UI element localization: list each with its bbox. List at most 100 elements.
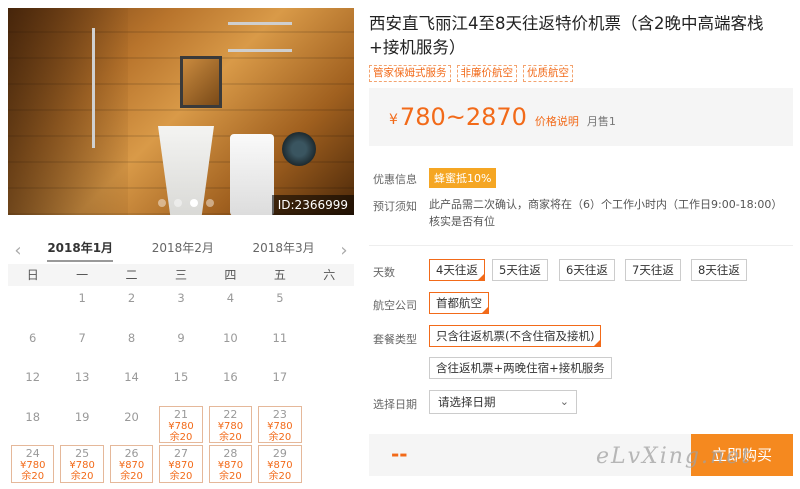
calendar-day-available[interactable]: 28 ¥870 余20 — [208, 445, 253, 483]
days-label: 天数 — [373, 266, 395, 279]
product-photo[interactable]: ID:2366999 — [8, 8, 354, 215]
calendar-day-available[interactable]: 22 ¥780 余20 — [208, 405, 253, 443]
option-6-days[interactable]: 6天往返 — [559, 259, 615, 281]
calendar-day: 2 — [127, 291, 136, 305]
date-select[interactable]: 请选择日期 ⌄ — [429, 390, 577, 414]
option-5-days[interactable]: 5天往返 — [492, 259, 548, 281]
calendar-day-stock: 余20 — [21, 471, 45, 482]
product-title: 西安直飞丽江4至8天往返特价机票（含2晚中高端客栈+接机服务） — [369, 14, 764, 57]
calendar-day: 7 — [78, 330, 86, 345]
photo-mirror — [180, 56, 222, 108]
calendar-day-price: ¥870 — [118, 460, 145, 471]
calendar-day: 8 — [127, 330, 136, 345]
calendar-day: 16 — [223, 370, 238, 384]
calendar-day: 3 — [177, 291, 185, 305]
month-tab-jan[interactable]: 2018年1月 — [47, 239, 114, 262]
calendar-day: 15 — [173, 370, 189, 384]
weekday-fri: 五 — [273, 268, 286, 282]
calendar-day: 14 — [124, 370, 139, 384]
photo-toilet — [230, 134, 274, 215]
photo-tissue-holder — [282, 132, 316, 166]
calendar-day-available[interactable]: 26 ¥870 余20 — [109, 445, 154, 483]
calendar-day-price: ¥780 — [19, 460, 46, 471]
calendar-day-price: ¥780 — [217, 420, 244, 432]
option-7-days[interactable]: 7天往返 — [625, 259, 681, 281]
calendar-day: 10 — [223, 330, 238, 345]
calendar-day — [305, 326, 354, 366]
weekday-mon: 一 — [76, 268, 89, 282]
calendar-day-stock: 余20 — [169, 431, 193, 443]
calendar-day-price: ¥870 — [267, 460, 293, 471]
calendar-day-number: 21 — [173, 407, 188, 421]
photo-id-label: ID:2366999 — [271, 195, 354, 215]
calendar-day-price: ¥780 — [69, 460, 95, 471]
calendar-day-price: ¥780 — [168, 420, 194, 432]
weekday-thu: 四 — [224, 268, 237, 282]
promo-badge: 蜂蜜抵10% — [429, 168, 497, 188]
calendar-day: 19 — [74, 409, 90, 424]
carousel-dot[interactable] — [174, 199, 182, 207]
calendar-day-available[interactable]: 25 ¥780 余20 — [60, 445, 104, 483]
calendar-day-price: ¥870 — [168, 460, 194, 471]
total-price-placeholder: -- — [391, 442, 408, 466]
calendar-day-available[interactable]: 24 ¥780 余20 — [11, 445, 55, 483]
weekday-sun: 日 — [26, 268, 39, 282]
notice-text: 此产品需二次确认，商家将在（6）个工作小时内（工作日9:00-18:00）核实是… — [429, 198, 783, 228]
promo-label: 优惠信息 — [373, 173, 417, 186]
price-range: 780~2870 — [399, 103, 527, 131]
option-airline[interactable]: 首都航空 — [429, 292, 489, 314]
purchase-bar: -- 立即购买 — [369, 434, 793, 476]
calendar-day-number: 29 — [272, 447, 287, 460]
section-divider — [369, 245, 793, 246]
carousel-dot[interactable] — [206, 199, 214, 207]
calendar-day-available[interactable]: 23 ¥780 余20 — [258, 405, 302, 443]
calendar-day-available[interactable]: 21 ¥780 余20 — [159, 405, 203, 443]
option-4-days[interactable]: 4天往返 — [429, 259, 485, 281]
calendar-day: 4 — [226, 291, 235, 305]
notice-label: 预订须知 — [373, 200, 417, 213]
carousel-dot[interactable] — [158, 199, 166, 207]
calendar-day-stock: 余20 — [169, 471, 193, 482]
calendar-day: 11 — [272, 330, 288, 345]
calendar-day-stock: 余20 — [219, 471, 242, 482]
package-label: 套餐类型 — [373, 333, 417, 346]
calendar-day: 17 — [272, 370, 288, 384]
calendar-grid: 1 2 3 4 5 6 7 8 9 10 11 12 13 14 15 16 17 18 19 20 21 ¥780 余20… — [8, 286, 354, 484]
buy-now-button[interactable]: 立即购买 — [691, 434, 793, 476]
photo-towel-rack — [228, 22, 292, 52]
chevron-down-icon: ⌄ — [559, 395, 569, 408]
date-select-value: 请选择日期 — [438, 395, 496, 409]
airline-label: 航空公司 — [373, 299, 417, 312]
calendar-day: 1 — [78, 291, 86, 305]
calendar-day-stock: 余20 — [70, 471, 94, 482]
photo-shower-pipe — [92, 28, 95, 148]
calendar-month-tabs: 2018年1月 2018年2月 2018年3月 — [28, 239, 334, 262]
calendar-day — [305, 286, 354, 326]
option-package-with-hotel[interactable]: 含往返机票+两晚住宿+接机服务 — [429, 357, 612, 379]
next-month-icon[interactable]: › — [334, 240, 354, 261]
calendar-weekday-row: 日 一 二 三 四 五 六 — [8, 264, 354, 286]
month-tab-feb[interactable]: 2018年2月 — [152, 239, 214, 262]
calendar-day: 6 — [29, 330, 37, 345]
calendar-day-number: 28 — [223, 447, 238, 460]
calendar-day-number: 23 — [272, 407, 287, 421]
calendar-day-stock: 余20 — [268, 431, 292, 443]
calendar-day-number: 24 — [25, 447, 40, 460]
option-8-days[interactable]: 8天往返 — [691, 259, 747, 281]
price-note-link[interactable]: 价格说明 — [535, 113, 579, 129]
prev-month-icon[interactable]: ‹ — [8, 240, 28, 261]
calendar-day-available[interactable]: 27 ¥870 余20 — [159, 445, 203, 483]
calendar-day-stock: 余20 — [219, 431, 242, 443]
calendar-day-price: ¥780 — [267, 420, 293, 432]
calendar-day-stock: 余20 — [120, 471, 143, 482]
calendar-day: 20 — [124, 409, 139, 424]
calendar-day-available[interactable]: 29 ¥870 余20 — [258, 445, 302, 483]
option-package-flight-only[interactable]: 只含往返机票(不含住宿及接机) — [429, 325, 602, 347]
carousel-dot-active[interactable] — [190, 199, 198, 207]
calendar-day: 13 — [74, 370, 90, 384]
price-currency: ¥ — [389, 112, 398, 128]
date-label: 选择日期 — [373, 398, 417, 411]
monthly-sales: 月售1 — [586, 115, 616, 128]
calendar-day-number: 22 — [223, 407, 238, 421]
month-tab-mar[interactable]: 2018年3月 — [253, 239, 315, 262]
